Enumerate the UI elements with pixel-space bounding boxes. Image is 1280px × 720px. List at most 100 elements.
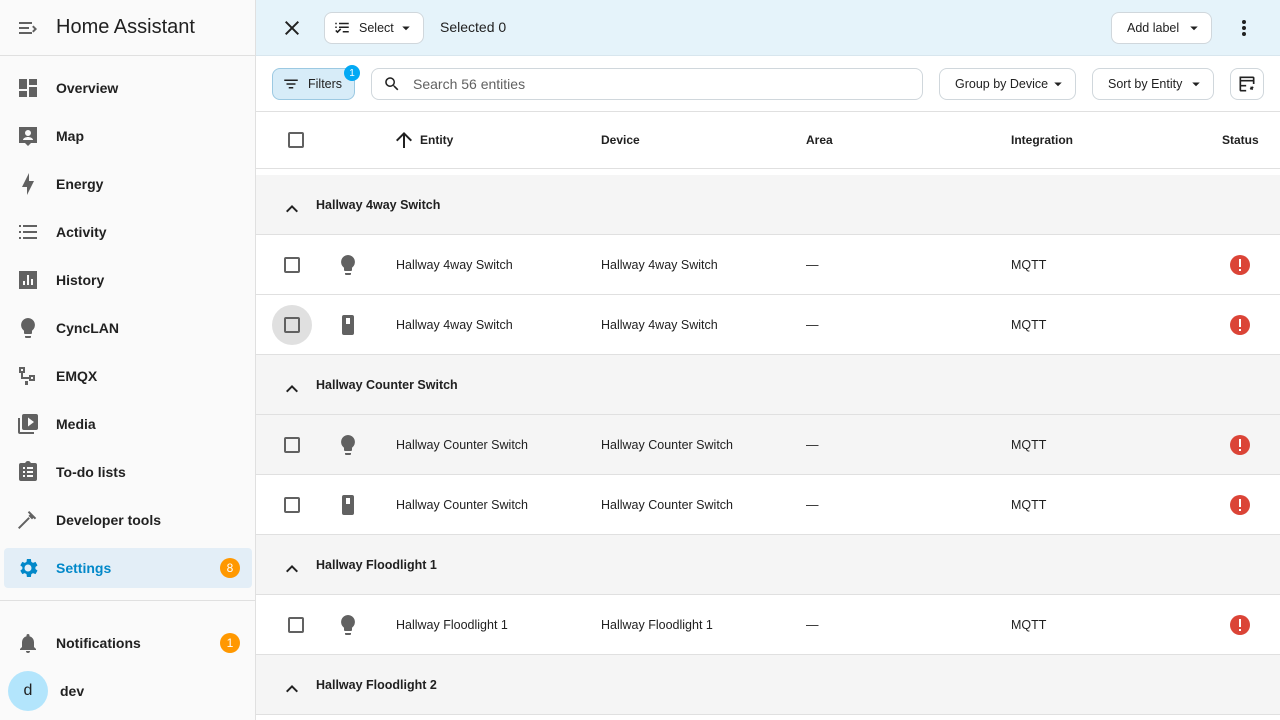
table-body: Hallway 4way Switch Hallway 4way Switch … xyxy=(256,175,1280,715)
entity-name: Hallway 4way Switch xyxy=(396,317,513,332)
lightbulb-icon xyxy=(336,415,360,474)
device-name: Hallway 4way Switch xyxy=(601,317,718,332)
light-switch-icon xyxy=(336,475,360,534)
sidebar-item-label: Energy xyxy=(56,176,104,192)
sidebar-item-label: To-do lists xyxy=(56,464,126,480)
sort-by-button[interactable]: Sort by Entity xyxy=(1092,68,1214,100)
group-header[interactable]: Hallway Floodlight 1 xyxy=(256,535,1280,595)
menu-toggle-button[interactable] xyxy=(0,0,56,56)
chart-box-icon xyxy=(4,260,52,300)
row-checkbox[interactable] xyxy=(272,295,312,354)
area-name: — xyxy=(806,317,819,332)
notifications-badge: 1 xyxy=(220,633,240,653)
device-name: Hallway Counter Switch xyxy=(601,497,733,512)
play-box-icon xyxy=(4,404,52,444)
sidebar-item-user[interactable]: d dev xyxy=(4,671,252,711)
exit-selection-button[interactable] xyxy=(272,12,312,44)
table-settings-button[interactable] xyxy=(1230,68,1264,100)
table-row[interactable]: Hallway 4way Switch Hallway 4way Switch … xyxy=(256,235,1280,295)
checklist-icon xyxy=(335,22,349,34)
sidebar-item-developer-tools[interactable]: Developer tools xyxy=(4,500,252,540)
area-name: — xyxy=(806,437,819,452)
sidebar-item-map[interactable]: Map xyxy=(4,116,252,156)
sidebar-item-label: Settings xyxy=(56,560,112,576)
status-column-header[interactable]: Status xyxy=(1222,112,1259,168)
sidebar: Home Assistant Overview Map Energy Activ… xyxy=(0,0,256,720)
device-column-header[interactable]: Device xyxy=(601,112,640,168)
device-name: Hallway Floodlight 1 xyxy=(601,617,713,632)
row-checkbox[interactable] xyxy=(272,235,312,294)
sidebar-item-media[interactable]: Media xyxy=(4,404,252,444)
search-input[interactable] xyxy=(413,76,893,92)
lightbulb-icon xyxy=(336,235,360,294)
settings-badge: 8 xyxy=(220,558,240,578)
row-checkbox[interactable] xyxy=(272,415,312,474)
entity-name: Hallway Floodlight 1 xyxy=(396,617,508,632)
integration-column-header[interactable]: Integration xyxy=(1011,112,1073,168)
alert-circle-icon xyxy=(1228,295,1252,354)
caret-down-icon xyxy=(1192,82,1200,87)
entity-column-header[interactable]: Entity xyxy=(392,112,453,168)
bell-icon xyxy=(4,623,52,663)
list-icon xyxy=(4,212,52,252)
row-checkbox[interactable] xyxy=(276,595,316,654)
sidebar-item-todo[interactable]: To-do lists xyxy=(4,452,252,492)
sidebar-item-label: CyncLAN xyxy=(56,320,120,336)
add-label-button[interactable]: Add label xyxy=(1111,12,1212,44)
chevron-up-icon xyxy=(286,685,298,693)
caret-down-icon xyxy=(1190,26,1198,31)
sidebar-item-overview[interactable]: Overview xyxy=(4,68,252,108)
table-row[interactable]: Hallway 4way Switch Hallway 4way Switch … xyxy=(256,295,1280,355)
sidebar-item-energy[interactable]: Energy xyxy=(4,164,252,204)
sidebar-item-notifications[interactable]: Notifications 1 xyxy=(4,623,252,663)
select-label: Select xyxy=(359,21,394,35)
area-column-header[interactable]: Area xyxy=(806,112,833,168)
group-header[interactable]: Hallway 4way Switch xyxy=(256,175,1280,235)
row-checkbox[interactable] xyxy=(272,475,312,534)
sort-by-label: Sort by Entity xyxy=(1108,77,1183,91)
alert-circle-icon xyxy=(1228,235,1252,294)
add-label-text: Add label xyxy=(1127,21,1180,35)
table-row[interactable]: Hallway Counter Switch Hallway Counter S… xyxy=(256,415,1280,475)
sidebar-item-label: Overview xyxy=(56,80,119,96)
lightbulb-icon xyxy=(4,308,52,348)
alert-circle-icon xyxy=(1228,475,1252,534)
integration-name: MQTT xyxy=(1011,437,1047,452)
select-menu-button[interactable]: Select xyxy=(324,12,424,44)
caret-down-icon xyxy=(402,26,410,31)
sidebar-item-history[interactable]: History xyxy=(4,260,252,300)
user-name: dev xyxy=(60,683,85,699)
sidebar-divider xyxy=(0,600,256,601)
gear-icon xyxy=(4,548,52,588)
device-name: Hallway Counter Switch xyxy=(601,437,733,452)
entity-name: Hallway Counter Switch xyxy=(396,497,528,512)
group-by-label: Group by Device xyxy=(955,77,1049,91)
group-header[interactable]: Hallway Floodlight 2 xyxy=(256,655,1280,715)
select-all-checkbox[interactable] xyxy=(276,112,316,168)
alert-circle-icon xyxy=(1228,415,1252,474)
table-toolbar: Filters 1 Group by Device Sort by Entity xyxy=(256,56,1280,112)
group-label: Hallway Floodlight 2 xyxy=(316,677,437,692)
filter-icon xyxy=(284,79,298,89)
table-row[interactable]: Hallway Floodlight 1 Hallway Floodlight … xyxy=(256,595,1280,655)
entity-name: Hallway Counter Switch xyxy=(396,437,528,452)
filters-count-badge: 1 xyxy=(344,65,360,81)
dots-vertical-icon xyxy=(1242,20,1246,36)
search-field[interactable] xyxy=(371,68,923,100)
group-header[interactable]: Hallway Counter Switch xyxy=(256,355,1280,415)
sidebar-item-settings[interactable]: Settings 8 xyxy=(4,548,252,588)
table-row[interactable]: Hallway Counter Switch Hallway Counter S… xyxy=(256,475,1280,535)
connection-icon xyxy=(4,356,52,396)
filters-button[interactable]: Filters 1 xyxy=(272,65,360,100)
selected-count: Selected 0 xyxy=(440,19,507,35)
sidebar-item-cynclan[interactable]: CyncLAN xyxy=(4,308,252,348)
sidebar-item-activity[interactable]: Activity xyxy=(4,212,252,252)
group-by-button[interactable]: Group by Device xyxy=(939,68,1076,100)
device-name: Hallway 4way Switch xyxy=(601,257,718,272)
sidebar-item-label: Notifications xyxy=(56,635,141,651)
group-label: Hallway 4way Switch xyxy=(316,197,441,212)
sidebar-item-emqx[interactable]: EMQX xyxy=(4,356,252,396)
sidebar-item-label: Map xyxy=(56,128,84,144)
sidebar-item-label: History xyxy=(56,272,105,288)
overflow-menu-button[interactable] xyxy=(1228,12,1260,44)
